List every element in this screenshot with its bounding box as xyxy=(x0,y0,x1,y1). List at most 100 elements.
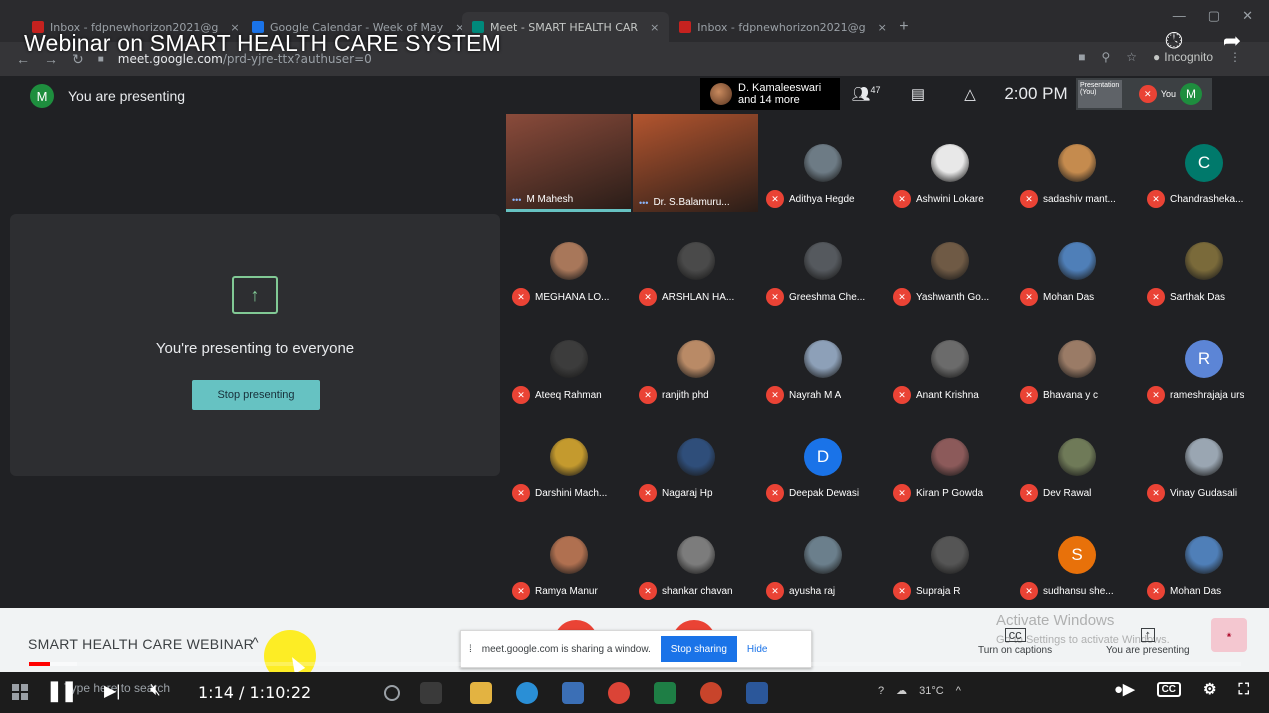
mic-off-icon: ✕ xyxy=(1020,288,1038,306)
participant-name: Mohan Das xyxy=(1170,585,1222,597)
participant-name: Supraja R xyxy=(916,585,961,597)
participant-tile[interactable]: ✕ MEGHANA LO... xyxy=(506,212,631,310)
participant-tile[interactable]: ✕ Adithya Hegde xyxy=(760,114,885,212)
video-top-actions: 🕓︎ ➦ xyxy=(1157,24,1249,58)
participant-tile[interactable]: ✕ Darshini Mach... xyxy=(506,408,631,506)
participant-name: sudhansu she... xyxy=(1043,585,1114,597)
drag-handle-icon[interactable]: ⁞ xyxy=(469,644,472,655)
participant-tile[interactable]: ✕ Greeshma Che... xyxy=(760,212,885,310)
participant-label-bar: ✕ Deepak Dewasi xyxy=(766,484,884,502)
mic-off-icon: ✕ xyxy=(512,484,530,502)
participant-avatar: D xyxy=(804,438,842,476)
tab-title: Meet - SMART HEALTH CAR xyxy=(490,20,639,34)
people-button[interactable]: 👥︎47 xyxy=(840,85,892,103)
video-progress-bar[interactable] xyxy=(29,662,1241,666)
stop-presenting-button[interactable]: Stop presenting xyxy=(192,380,320,410)
participant-avatar xyxy=(804,340,842,378)
mic-off-icon: ✕ xyxy=(1020,582,1038,600)
mic-off-icon: ✕ xyxy=(1147,582,1165,600)
captions-button[interactable]: cc Turn on captions xyxy=(978,628,1052,656)
participant-tile[interactable]: ✕ Ateeq Rahman xyxy=(506,310,631,408)
mic-off-icon: ✕ xyxy=(766,386,784,404)
participant-name: M Mahesh xyxy=(526,194,574,205)
meet-header-right: D. Kamaleeswari and 14 more 👥︎47 ▤ △ 2:00… xyxy=(700,78,1212,110)
participant-label-bar: ✕ Bhavana y c xyxy=(1020,386,1138,404)
participant-tile[interactable]: ✕ sadashiv mant... xyxy=(1014,114,1139,212)
share-icon[interactable]: ➦ xyxy=(1215,24,1249,58)
activities-button[interactable]: △ xyxy=(944,85,996,103)
participant-tile[interactable]: ✕ Bhavana y c xyxy=(1014,310,1139,408)
participant-tile[interactable]: D ✕ Deepak Dewasi xyxy=(760,408,885,506)
browser-tab[interactable]: Inbox - fdpnewhorizon2021@g × xyxy=(669,12,889,42)
mic-off-icon: ✕ xyxy=(1020,386,1038,404)
participant-tile[interactable]: ✕ Kiran P Gowda xyxy=(887,408,1012,506)
stop-sharing-button[interactable]: Stop sharing xyxy=(660,636,737,662)
participant-tile[interactable]: ✕ Supraja R xyxy=(887,506,1012,604)
participant-tile[interactable]: S ✕ sudhansu she... xyxy=(1014,506,1139,604)
close-tab-icon[interactable]: × xyxy=(650,21,659,34)
camera-icon[interactable]: ■ xyxy=(1078,50,1085,64)
participant-tile[interactable]: ✕ Vinay Gudasali xyxy=(1141,408,1266,506)
participant-name: Chandrasheka... xyxy=(1170,193,1244,205)
presenting-message: You're presenting to everyone xyxy=(155,340,355,357)
duration: 1:10:22 xyxy=(249,683,312,702)
participant-name: Dr. S.Balamuru... xyxy=(653,197,730,208)
participant-tile[interactable]: ✕ Mohan Das xyxy=(1141,506,1266,604)
star-icon[interactable]: ☆ xyxy=(1126,50,1137,64)
autoplay-toggle[interactable]: ●▶ xyxy=(1114,680,1135,698)
fullscreen-icon[interactable]: ⛶ xyxy=(1238,681,1249,698)
meeting-name[interactable]: SMART HEALTH CARE WEBINAR xyxy=(28,636,254,652)
participant-tile[interactable]: ✕ Ramya Manur xyxy=(506,506,631,604)
video-controls-right: ●▶ CC ⚙ ⛶ xyxy=(1114,680,1249,699)
pause-icon[interactable]: ❚❚ xyxy=(46,678,77,703)
muted-volume-icon[interactable]: 🔇︎ xyxy=(150,680,161,700)
participant-tile[interactable]: ✕ Nayrah M A xyxy=(760,310,885,408)
people-count: 47 xyxy=(870,85,881,95)
subtitles-icon[interactable]: CC xyxy=(1156,681,1182,697)
participant-tile[interactable]: ✕ Sarthak Das xyxy=(1141,212,1266,310)
chat-button[interactable]: ▤ xyxy=(892,85,944,103)
tab-title: Inbox - fdpnewhorizon2021@g xyxy=(697,20,866,34)
watch-later-icon[interactable]: 🕓︎ xyxy=(1157,24,1191,58)
you-are-presenting-button[interactable]: ↑ You are presenting xyxy=(1106,628,1190,656)
mic-off-icon: ✕ xyxy=(639,582,657,600)
participant-tile[interactable]: ✕ Nagaraj Hp xyxy=(633,408,758,506)
new-tab-button[interactable]: + xyxy=(889,12,918,42)
participant-tile[interactable]: ••• M Mahesh xyxy=(506,114,631,212)
video-title[interactable]: Webinar on SMART HEALTH CARE SYSTEM xyxy=(24,30,501,57)
video-player[interactable]: Inbox - fdpnewhorizon2021@g × Google Cale… xyxy=(0,0,1269,713)
participant-tile[interactable]: ✕ ayusha raj xyxy=(760,506,885,604)
participant-name: Anant Krishna xyxy=(916,389,979,401)
participant-tile[interactable]: ✕ ARSHLAN HA... xyxy=(633,212,758,310)
participant-tile[interactable]: ✕ Yashwanth Go... xyxy=(887,212,1012,310)
participant-tile[interactable]: ✕ Mohan Das xyxy=(1014,212,1139,310)
participant-tile[interactable]: ✕ Dev Rawal xyxy=(1014,408,1139,506)
minimize-icon[interactable]: — xyxy=(1173,8,1186,24)
progress-played xyxy=(29,662,51,666)
mic-off-icon: ✕ xyxy=(766,582,784,600)
settings-gear-icon[interactable]: ⚙ xyxy=(1203,680,1216,698)
mic-off-icon: ✕ xyxy=(512,386,530,404)
close-tab-icon[interactable]: × xyxy=(878,21,887,34)
participant-label-bar: ✕ Ashwini Lokare xyxy=(893,190,1011,208)
participant-avatar xyxy=(677,536,715,574)
participant-tile[interactable]: ✕ Ashwini Lokare xyxy=(887,114,1012,212)
self-tile[interactable]: Presentation (You) ✕ You M xyxy=(1076,78,1212,110)
participant-tile[interactable]: ✕ shankar chavan xyxy=(633,506,758,604)
mic-off-icon: ✕ xyxy=(512,288,530,306)
hide-button[interactable]: Hide xyxy=(747,644,768,655)
participant-avatar: S xyxy=(1058,536,1096,574)
participant-name: Nagaraj Hp xyxy=(662,487,713,499)
activities-icon: △ xyxy=(964,86,976,103)
participant-tile[interactable]: ✕ Anant Krishna xyxy=(887,310,1012,408)
next-icon[interactable]: ▶| xyxy=(104,681,120,701)
participant-tile[interactable]: ••• Dr. S.Balamuru... xyxy=(633,114,758,212)
participant-tile[interactable]: C ✕ Chandrasheka... xyxy=(1141,114,1266,212)
participant-label-bar: ✕ Chandrasheka... xyxy=(1147,190,1265,208)
maximize-icon[interactable]: ▢ xyxy=(1208,8,1220,24)
close-window-icon[interactable]: ✕ xyxy=(1242,8,1253,24)
participant-tile[interactable]: R ✕ rameshrajaja urs xyxy=(1141,310,1266,408)
participant-tile[interactable]: ✕ ranjith phd xyxy=(633,310,758,408)
chevron-up-icon[interactable]: ^ xyxy=(252,634,259,650)
zoom-icon[interactable]: ⚲ xyxy=(1101,50,1110,64)
